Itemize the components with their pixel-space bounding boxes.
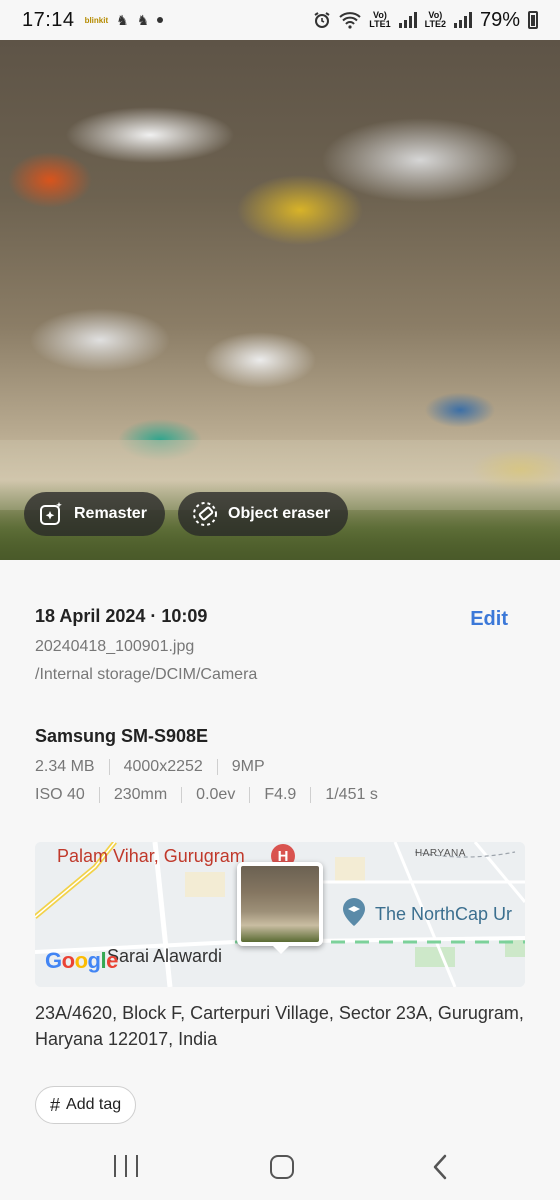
map-thumbnail-pointer xyxy=(273,946,289,954)
app-notification-icon-2: ♞ xyxy=(136,11,150,28)
shutter-speed: 1/451 s xyxy=(325,786,378,803)
google-letter: g xyxy=(87,948,101,973)
lte1-label: LTE1 xyxy=(369,19,391,29)
notification-icons: blinkit ♞ ♞ xyxy=(85,12,164,29)
alarm-icon xyxy=(314,12,330,28)
file-specs-row: 2.34 MB 4000x2252 9MP xyxy=(35,758,265,776)
recents-icon-bar xyxy=(136,1155,138,1177)
location-address: 23A/4620, Block F, Carterpuri Village, S… xyxy=(35,1003,524,1049)
divider xyxy=(310,787,312,803)
remaster-button[interactable]: Remaster xyxy=(24,492,165,536)
battery-percent: 79% xyxy=(479,8,520,31)
wifi-icon xyxy=(339,12,361,29)
edit-button[interactable]: Edit xyxy=(470,608,508,631)
resolution: 4000x2252 xyxy=(123,758,203,775)
recents-icon-bar xyxy=(125,1155,127,1177)
object-eraser-button[interactable]: Object eraser xyxy=(178,492,349,536)
signal-2-icon xyxy=(453,12,472,28)
map-label-palam-vihar: Palam Vihar, Gurugram xyxy=(57,846,245,866)
google-letter: o xyxy=(74,948,88,973)
status-bar: 17:14 blinkit ♞ ♞ Vo) LTE1 Vo) LTE2 79% xyxy=(0,0,560,40)
remaster-label: Remaster xyxy=(74,505,147,522)
google-letter: G xyxy=(45,948,62,973)
remaster-icon xyxy=(40,502,62,525)
divider xyxy=(181,787,183,803)
add-tag-button[interactable]: # Add tag xyxy=(35,1086,137,1124)
lte2-indicator: Vo) LTE2 xyxy=(424,10,446,29)
photo-viewer[interactable]: Remaster Object eraser xyxy=(0,40,560,560)
map-label-region: HARYANA xyxy=(415,848,466,859)
megapixels: 9MP xyxy=(231,758,265,775)
focal-length: 230mm xyxy=(113,786,168,803)
map-label-northcap: The NorthCap Ur xyxy=(375,904,513,924)
add-tag-label: Add tag xyxy=(66,1096,122,1113)
file-size: 2.34 MB xyxy=(35,758,95,775)
camera-specs-row: ISO 40 230mm 0.0ev F4.9 1/451 s xyxy=(35,786,378,804)
map-label-sarai-alawardi: Sarai Alawardi xyxy=(107,946,223,966)
details-panel: 18 April 2024 · 10:09 Edit 20240418_1009… xyxy=(0,560,560,1140)
divider xyxy=(249,787,251,803)
eraser-icon xyxy=(193,502,217,526)
back-button[interactable] xyxy=(428,1154,454,1180)
recents-icon-bar xyxy=(114,1155,116,1177)
file-path: /Internal storage/DCIM/Camera xyxy=(35,666,258,683)
education-pin-icon xyxy=(343,898,365,926)
signal-1-icon xyxy=(398,12,417,28)
map-photo-thumbnail[interactable] xyxy=(237,862,323,946)
iso-value: ISO 40 xyxy=(35,786,85,803)
google-letter: o xyxy=(61,948,75,973)
object-eraser-label: Object eraser xyxy=(228,505,331,522)
google-letter: e xyxy=(106,948,118,973)
hashtag-icon: # xyxy=(50,1094,61,1115)
lte1-indicator: Vo) LTE1 xyxy=(369,10,391,29)
app-notification-icon: ♞ xyxy=(116,11,129,28)
status-time: 17:14 xyxy=(22,8,75,31)
divider xyxy=(108,759,110,775)
photo-datetime: 18 April 2024 · 10:09 xyxy=(35,606,208,626)
location-map[interactable]: Palam Vihar, Gurugram H HARYANA The Nort… xyxy=(35,842,525,987)
system-icons: Vo) LTE1 Vo) LTE2 79% xyxy=(313,9,538,32)
google-logo: Google xyxy=(45,948,118,974)
recents-button[interactable] xyxy=(114,1155,138,1179)
battery-icon xyxy=(528,11,538,29)
divider xyxy=(98,787,100,803)
blinkit-notification-icon: blinkit xyxy=(84,15,109,25)
device-model: Samsung SM-S908E xyxy=(35,726,209,746)
more-notifications-dot-icon xyxy=(157,17,164,23)
file-name: 20240418_100901.jpg xyxy=(35,638,195,655)
exposure-value: 0.0ev xyxy=(196,786,236,803)
home-button[interactable] xyxy=(270,1155,294,1179)
navigation-bar xyxy=(0,1140,560,1200)
divider xyxy=(216,759,218,775)
aperture: F4.9 xyxy=(264,786,297,803)
lte2-label: LTE2 xyxy=(424,19,446,29)
